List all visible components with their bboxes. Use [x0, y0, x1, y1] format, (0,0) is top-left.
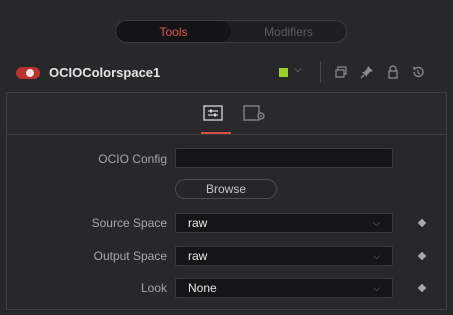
panel-tab-strip	[7, 93, 446, 135]
chevron-down-icon: ⌵	[373, 251, 380, 261]
lock-icon[interactable]	[386, 65, 400, 79]
output-space-select[interactable]: raw ⌵	[175, 246, 393, 266]
source-space-select[interactable]: raw ⌵	[175, 213, 393, 233]
active-tab-indicator	[201, 132, 231, 134]
header-divider	[320, 61, 321, 83]
chevron-down-icon: ⌵	[373, 218, 380, 228]
toggle-knob	[26, 69, 34, 77]
node-name: OCIOColorspace1	[49, 65, 161, 80]
node-enable-toggle[interactable]	[16, 67, 40, 79]
source-space-keyframe-diamond[interactable]	[417, 218, 427, 228]
node-color-swatch[interactable]	[279, 68, 288, 77]
tab-modifiers[interactable]: Modifiers	[231, 21, 346, 42]
ocio-config-field[interactable]	[175, 148, 393, 168]
reset-icon[interactable]	[411, 65, 425, 79]
chevron-down-icon: ⌵	[373, 283, 380, 293]
ocio-config-label: OCIO Config	[98, 152, 167, 166]
pin-icon[interactable]	[360, 65, 374, 79]
inspector-panel: OCIO Config Browse Source Space raw ⌵ Ou…	[6, 92, 447, 310]
look-keyframe-diamond[interactable]	[417, 283, 427, 293]
versions-icon[interactable]	[334, 65, 348, 79]
browse-button[interactable]: Browse	[175, 179, 277, 199]
look-label: Look	[140, 281, 167, 295]
tab-tools[interactable]: Tools	[116, 21, 231, 42]
tab-bar: Tools Modifiers	[115, 20, 347, 43]
settings-tab-icon[interactable]	[243, 105, 267, 121]
output-space-label: Output Space	[93, 249, 167, 263]
output-space-keyframe-diamond[interactable]	[417, 251, 427, 261]
source-space-value: raw	[188, 216, 208, 230]
output-space-value: raw	[188, 249, 208, 263]
node-header: OCIOColorspace1 ⌵	[0, 58, 453, 86]
look-select[interactable]: None ⌵	[175, 278, 393, 298]
color-dropdown-chevron-icon[interactable]: ⌵	[294, 64, 302, 75]
look-value: None	[188, 281, 217, 295]
source-space-label: Source Space	[91, 216, 167, 230]
controls-tab-icon[interactable]	[203, 105, 223, 121]
